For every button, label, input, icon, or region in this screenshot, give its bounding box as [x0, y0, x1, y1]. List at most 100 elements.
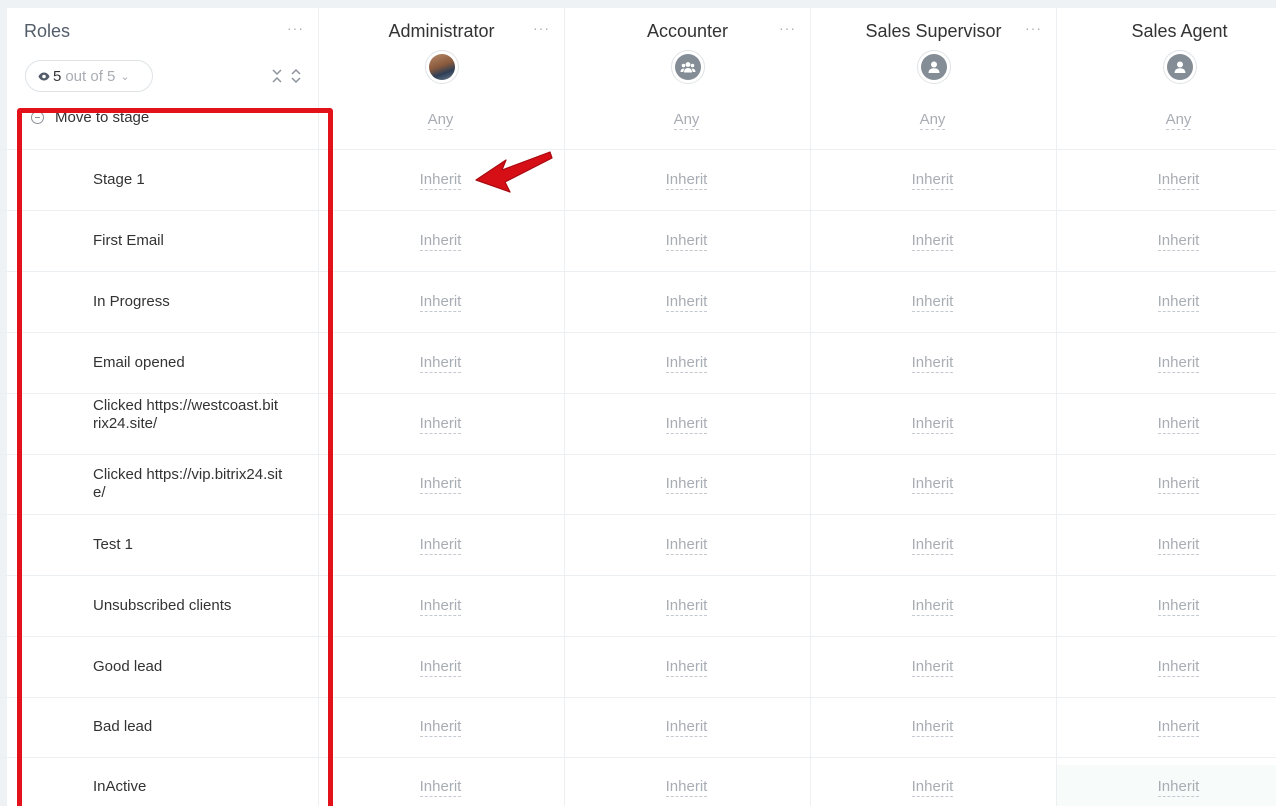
- permission-cell[interactable]: Inherit: [318, 353, 563, 373]
- permission-cell[interactable]: Inherit: [564, 170, 809, 190]
- permission-cell[interactable]: Inherit: [564, 596, 809, 616]
- permission-cell[interactable]: Inherit: [1056, 535, 1276, 555]
- permission-cell[interactable]: Inherit: [810, 535, 1055, 555]
- access-value-link[interactable]: Inherit: [1157, 718, 1200, 737]
- permission-cell[interactable]: Inherit: [1056, 231, 1276, 251]
- permission-cell[interactable]: Inherit: [1056, 475, 1276, 494]
- permission-cell[interactable]: Inherit: [318, 231, 563, 251]
- permission-cell[interactable]: Inherit: [810, 292, 1055, 312]
- access-value-link[interactable]: Inherit: [665, 718, 708, 737]
- access-value-link[interactable]: Inherit: [911, 718, 954, 737]
- permission-cell[interactable]: Inherit: [564, 718, 809, 737]
- access-value-link[interactable]: Inherit: [911, 292, 954, 312]
- permission-cell[interactable]: Inherit: [810, 231, 1055, 251]
- permission-cell[interactable]: Inherit: [810, 657, 1055, 677]
- permission-cell[interactable]: Inherit: [318, 292, 563, 312]
- access-value-link[interactable]: Inherit: [419, 353, 462, 373]
- access-value-link[interactable]: Inherit: [419, 596, 462, 616]
- access-value-link[interactable]: Inherit: [1157, 778, 1200, 797]
- access-value-link[interactable]: Inherit: [911, 475, 954, 494]
- access-value-link[interactable]: Inherit: [419, 414, 462, 434]
- permission-cell[interactable]: Inherit: [1056, 596, 1276, 616]
- role-menu-icon[interactable]: ···: [533, 20, 550, 36]
- group-value-cell[interactable]: Any: [1056, 111, 1276, 130]
- permission-cell[interactable]: Inherit: [810, 170, 1055, 190]
- avatar[interactable]: [917, 50, 951, 84]
- group-value-cell[interactable]: Any: [810, 111, 1055, 130]
- access-value-link[interactable]: Inherit: [1157, 170, 1200, 190]
- access-value-link[interactable]: Any: [673, 111, 700, 130]
- access-value-link[interactable]: Inherit: [419, 718, 462, 737]
- access-value-link[interactable]: Any: [919, 111, 946, 130]
- permission-cell[interactable]: Inherit: [318, 535, 563, 555]
- permission-cell[interactable]: Inherit: [810, 353, 1055, 373]
- permission-cell[interactable]: Inherit: [564, 353, 809, 373]
- permission-cell[interactable]: Inherit: [564, 475, 809, 494]
- access-value-link[interactable]: Inherit: [419, 657, 462, 677]
- access-value-link[interactable]: Inherit: [911, 535, 954, 555]
- access-value-link[interactable]: Any: [1165, 111, 1192, 130]
- access-value-link[interactable]: Inherit: [419, 292, 462, 312]
- permission-cell[interactable]: Inherit: [810, 778, 1055, 797]
- permission-cell[interactable]: Inherit: [318, 596, 563, 616]
- permission-cell[interactable]: Inherit: [1056, 718, 1276, 737]
- access-value-link[interactable]: Inherit: [1157, 535, 1200, 555]
- avatar[interactable]: [425, 50, 459, 84]
- permission-cell[interactable]: Inherit: [564, 778, 809, 797]
- role-menu-icon[interactable]: ···: [779, 20, 796, 36]
- access-value-link[interactable]: Inherit: [1157, 353, 1200, 373]
- permission-cell[interactable]: Inherit: [564, 414, 809, 434]
- role-menu-icon[interactable]: ···: [1025, 20, 1042, 36]
- access-value-link[interactable]: Inherit: [419, 170, 462, 190]
- access-value-link[interactable]: Inherit: [419, 535, 462, 555]
- access-value-link[interactable]: Inherit: [1157, 231, 1200, 251]
- permission-cell[interactable]: Inherit: [564, 657, 809, 677]
- access-value-link[interactable]: Inherit: [665, 475, 708, 494]
- permission-cell[interactable]: Inherit: [810, 718, 1055, 737]
- access-value-link[interactable]: Inherit: [665, 657, 708, 677]
- permission-cell[interactable]: Inherit: [318, 170, 563, 190]
- access-value-link[interactable]: Inherit: [1157, 292, 1200, 312]
- avatar[interactable]: [671, 50, 705, 84]
- access-value-link[interactable]: Inherit: [911, 414, 954, 434]
- expand-all-icon[interactable]: [290, 68, 302, 84]
- access-value-link[interactable]: Inherit: [911, 231, 954, 251]
- access-value-link[interactable]: Inherit: [911, 170, 954, 190]
- permission-cell[interactable]: Inherit: [810, 475, 1055, 494]
- access-value-link[interactable]: Inherit: [1157, 596, 1200, 616]
- permission-cell[interactable]: Inherit: [564, 292, 809, 312]
- access-value-link[interactable]: Inherit: [665, 535, 708, 555]
- access-value-link[interactable]: Inherit: [911, 596, 954, 616]
- access-value-link[interactable]: Inherit: [665, 414, 708, 434]
- collapse-group-icon[interactable]: [31, 111, 44, 124]
- roles-menu-icon[interactable]: ···: [287, 20, 304, 36]
- group-value-cell[interactable]: Any: [564, 111, 809, 130]
- permission-cell[interactable]: Inherit: [564, 231, 809, 251]
- permission-cell[interactable]: Inherit: [810, 596, 1055, 616]
- permission-cell[interactable]: Inherit: [1056, 414, 1276, 434]
- access-value-link[interactable]: Inherit: [665, 170, 708, 190]
- permission-cell[interactable]: Inherit: [1056, 170, 1276, 190]
- access-value-link[interactable]: Inherit: [665, 353, 708, 373]
- permission-cell[interactable]: Inherit: [318, 475, 563, 494]
- access-value-link[interactable]: Any: [427, 111, 454, 130]
- permission-cell[interactable]: Inherit: [318, 657, 563, 677]
- access-value-link[interactable]: Inherit: [911, 778, 954, 797]
- access-value-link[interactable]: Inherit: [665, 292, 708, 312]
- permission-cell[interactable]: Inherit: [1056, 778, 1276, 797]
- access-value-link[interactable]: Inherit: [1157, 475, 1200, 494]
- permission-cell[interactable]: Inherit: [1056, 353, 1276, 373]
- access-value-link[interactable]: Inherit: [419, 231, 462, 251]
- access-value-link[interactable]: Inherit: [1157, 657, 1200, 677]
- access-value-link[interactable]: Inherit: [1157, 414, 1200, 434]
- access-value-link[interactable]: Inherit: [911, 657, 954, 677]
- group-value-cell[interactable]: Any: [318, 111, 563, 130]
- avatar[interactable]: [1163, 50, 1197, 84]
- access-value-link[interactable]: Inherit: [665, 778, 708, 797]
- permission-cell[interactable]: Inherit: [318, 778, 563, 797]
- permission-cell[interactable]: Inherit: [318, 718, 563, 737]
- collapse-all-icon[interactable]: [271, 69, 283, 83]
- access-value-link[interactable]: Inherit: [419, 778, 462, 797]
- permission-cell[interactable]: Inherit: [810, 414, 1055, 434]
- access-value-link[interactable]: Inherit: [665, 596, 708, 616]
